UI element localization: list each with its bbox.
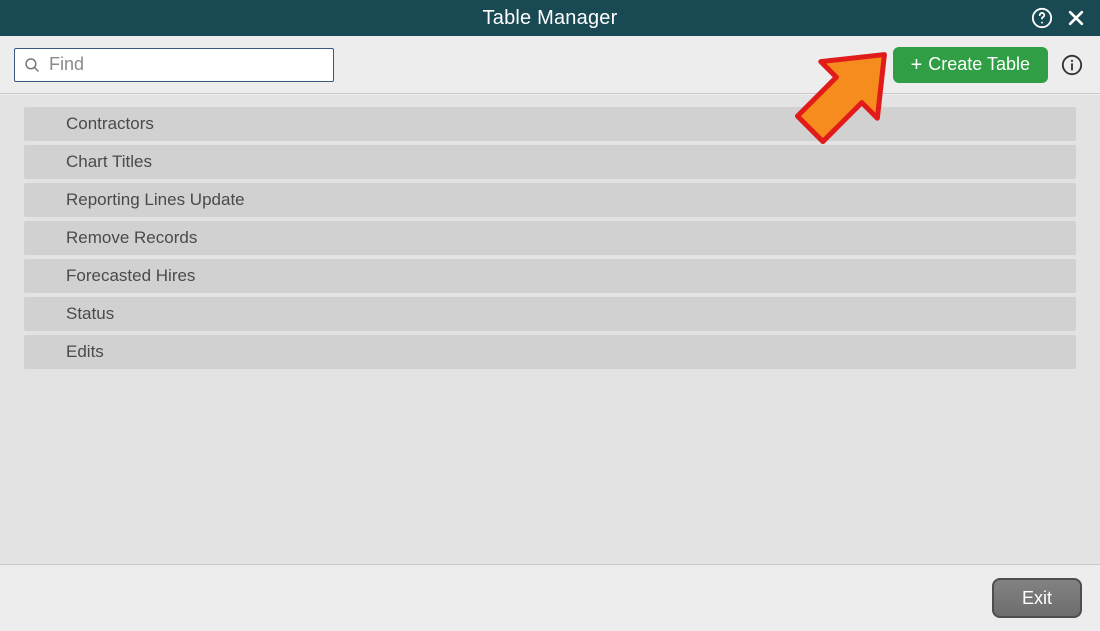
help-circle-icon[interactable] bbox=[1030, 6, 1054, 30]
table-row-label: Status bbox=[66, 304, 114, 324]
search-input[interactable] bbox=[47, 49, 325, 81]
table-row[interactable]: Remove Records bbox=[24, 221, 1076, 255]
table-row-label: Edits bbox=[66, 342, 104, 362]
table-row[interactable]: Contractors bbox=[24, 107, 1076, 141]
close-icon[interactable] bbox=[1064, 6, 1088, 30]
exit-button[interactable]: Exit bbox=[992, 578, 1082, 618]
table-row-label: Contractors bbox=[66, 114, 154, 134]
table-row-label: Reporting Lines Update bbox=[66, 190, 245, 210]
create-table-label: Create Table bbox=[928, 54, 1030, 75]
search-field[interactable] bbox=[14, 48, 334, 82]
table-row[interactable]: Forecasted Hires bbox=[24, 259, 1076, 293]
table-row[interactable]: Status bbox=[24, 297, 1076, 331]
info-circle-icon[interactable] bbox=[1058, 51, 1086, 79]
table-row[interactable]: Edits bbox=[24, 335, 1076, 369]
table-row[interactable]: Chart Titles bbox=[24, 145, 1076, 179]
create-table-button[interactable]: + Create Table bbox=[893, 47, 1048, 83]
table-list: Contractors Chart Titles Reporting Lines… bbox=[24, 107, 1076, 369]
titlebar-controls bbox=[1030, 0, 1088, 36]
table-row-label: Forecasted Hires bbox=[66, 266, 195, 286]
search-icon bbox=[23, 56, 41, 74]
titlebar: Table Manager bbox=[0, 0, 1100, 36]
footer: Exit bbox=[0, 564, 1100, 631]
table-manager-window: Table Manager bbox=[0, 0, 1100, 631]
window-title: Table Manager bbox=[0, 7, 1100, 30]
table-row[interactable]: Reporting Lines Update bbox=[24, 183, 1076, 217]
table-row-label: Remove Records bbox=[66, 228, 197, 248]
table-list-panel: Contractors Chart Titles Reporting Lines… bbox=[0, 94, 1100, 564]
table-row-label: Chart Titles bbox=[66, 152, 152, 172]
toolbar: + Create Table bbox=[0, 36, 1100, 94]
